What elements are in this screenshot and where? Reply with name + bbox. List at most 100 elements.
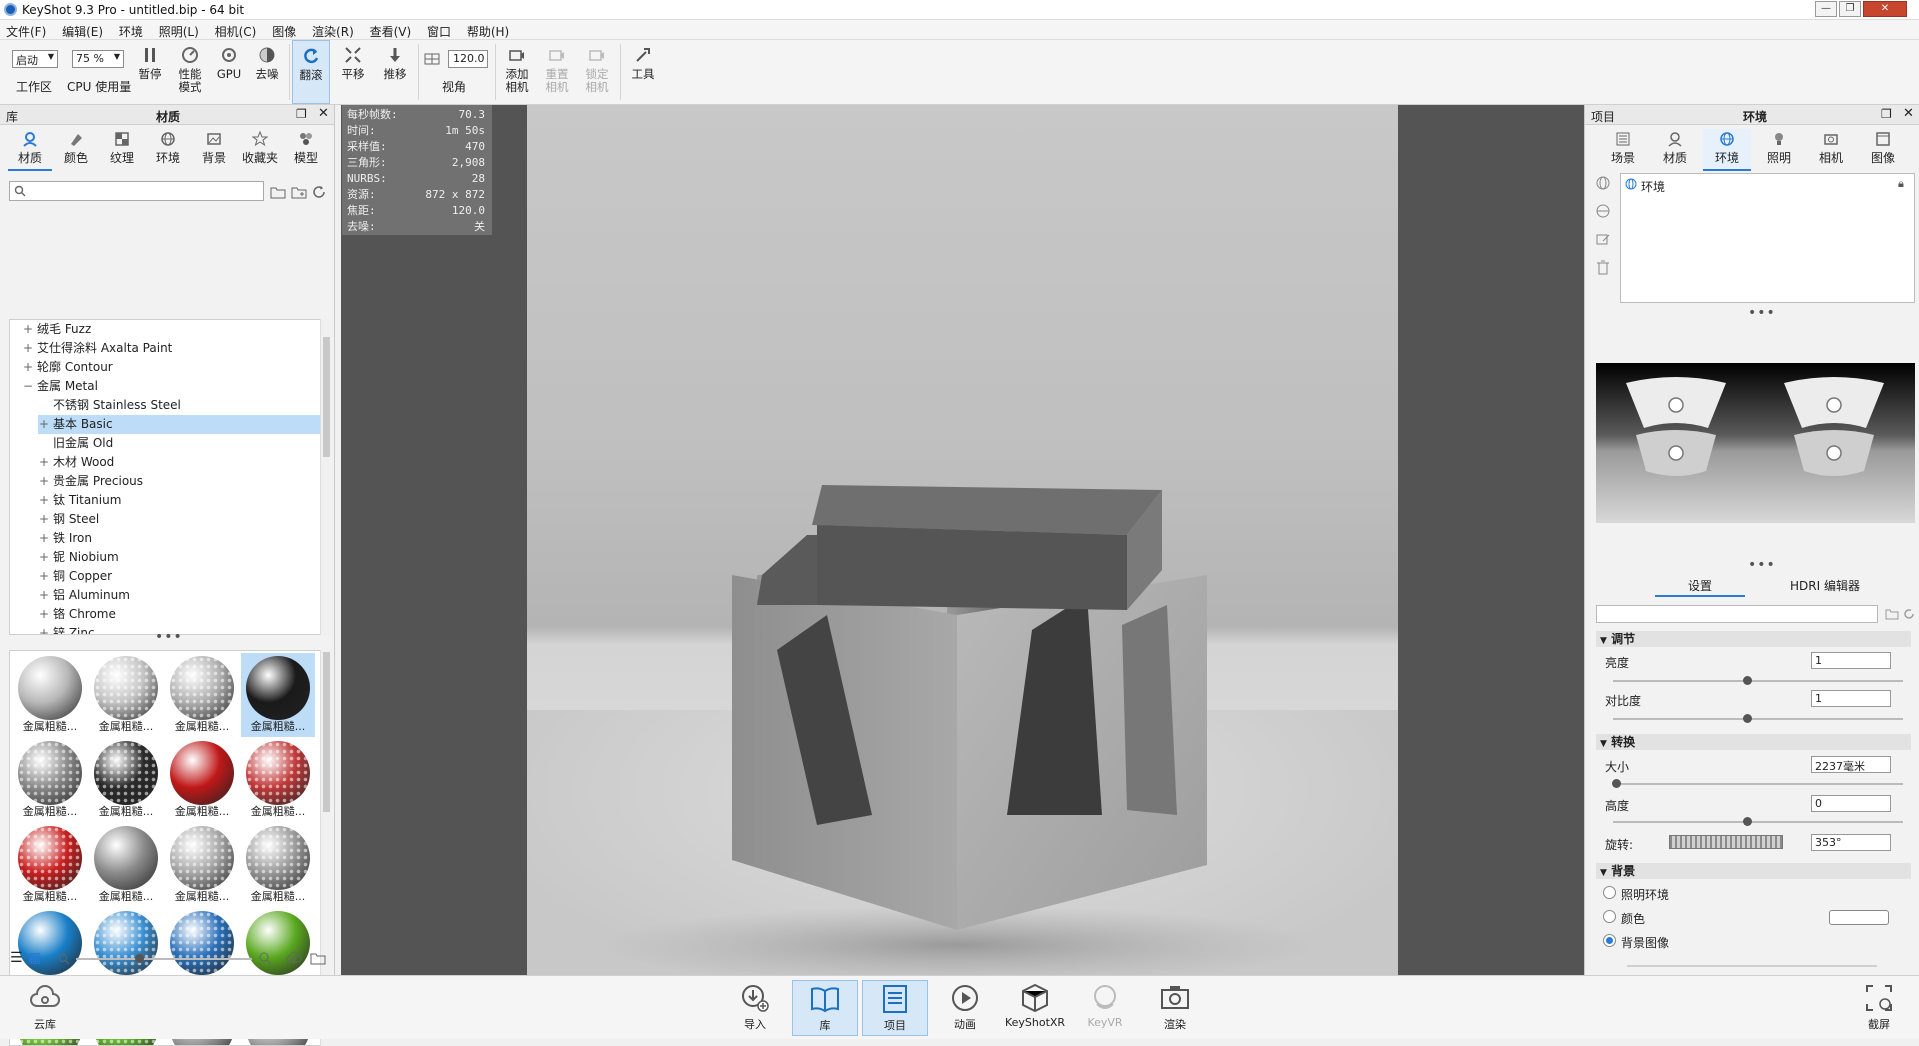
duplicate-environment-icon[interactable] xyxy=(1595,203,1611,219)
tumble-button[interactable]: 翻滚 xyxy=(292,40,330,104)
background-color-swatch[interactable] xyxy=(1829,910,1889,925)
restore-button[interactable]: ❐ xyxy=(1839,1,1861,17)
tree-item[interactable]: + 铝 Aluminum xyxy=(38,586,320,605)
cloud-library-button[interactable]: 云库 xyxy=(12,980,78,1036)
tree-expand-toggle-icon[interactable]: + xyxy=(22,320,34,339)
tab-backgrounds[interactable]: 背景 xyxy=(192,129,236,171)
thumbnail-size-slider[interactable] xyxy=(76,958,252,960)
radio-lighting-environment[interactable] xyxy=(1603,886,1616,899)
keyvr-button[interactable]: KeyVR xyxy=(1072,980,1138,1036)
tree-item[interactable]: + 绒毛 Fuzz xyxy=(22,320,320,339)
radio-color[interactable] xyxy=(1603,910,1616,923)
tree-item[interactable]: + 木材 Wood xyxy=(38,453,320,472)
tree-expand-toggle-icon[interactable]: + xyxy=(22,339,34,358)
material-thumbnail[interactable]: 金属粗糙... xyxy=(89,738,163,822)
close-panel-icon[interactable]: ✕ xyxy=(318,106,329,121)
brightness-slider-knob[interactable] xyxy=(1743,676,1752,685)
tree-scrollbar-thumb[interactable] xyxy=(323,337,330,457)
float-panel-icon[interactable]: ❐ xyxy=(1881,107,1892,121)
grid-view-icon[interactable]: ▦ xyxy=(28,950,41,966)
keyshotxr-button[interactable]: KeyShotXR xyxy=(1002,980,1068,1036)
lock-camera-button[interactable]: 锁定 相机 xyxy=(578,40,616,104)
tree-item[interactable]: − 金属 Metal xyxy=(22,377,320,396)
tools-button[interactable]: 工具 xyxy=(624,40,662,104)
cpu-usage-select[interactable]: 75 % ▼ xyxy=(72,50,124,68)
screenshot-button[interactable]: 截屏 xyxy=(1846,980,1912,1036)
tree-expand-toggle-icon[interactable]: + xyxy=(38,624,50,634)
material-thumbnail[interactable]: 金属粗糙... xyxy=(165,653,239,737)
tab-environment[interactable]: 环境 xyxy=(1703,129,1751,171)
tab-textures[interactable]: 纹理 xyxy=(100,129,144,171)
subtab-settings[interactable]: 设置 xyxy=(1655,577,1745,597)
tree-expand-toggle-icon[interactable]: + xyxy=(38,529,50,548)
render-viewport[interactable]: 每秒帧数: 70.3 时间: 1m 50s 采样值: 470 三角形: 2,908 NURBS:… xyxy=(341,105,1584,975)
tab-lighting[interactable]: 照明 xyxy=(1755,129,1803,171)
open-folder-icon[interactable] xyxy=(1885,608,1899,620)
contrast-slider-knob[interactable] xyxy=(1743,714,1752,723)
lock-icon[interactable]: 🔒︎ xyxy=(1898,177,1904,191)
import-button[interactable]: 导入 xyxy=(722,980,788,1036)
material-thumbnail[interactable]: 金属粗糙... xyxy=(241,653,315,737)
import-folder-icon[interactable] xyxy=(310,950,326,966)
dolly-button[interactable]: 推移 xyxy=(376,40,414,104)
tree-item[interactable]: 旧金属 Old xyxy=(38,434,320,453)
render-button[interactable]: 渲染 xyxy=(1142,980,1208,1036)
size-slider-knob[interactable] xyxy=(1612,779,1621,788)
rotation-input[interactable]: 353° xyxy=(1811,834,1891,851)
tree-item[interactable]: + 铬 Chrome xyxy=(38,605,320,624)
project-button[interactable]: 项目 xyxy=(862,980,928,1036)
reload-icon[interactable] xyxy=(1903,608,1915,620)
grid-scrollbar-thumb[interactable] xyxy=(323,652,330,812)
tab-environments[interactable]: 环境 xyxy=(146,129,190,171)
refresh-icon[interactable] xyxy=(312,185,326,199)
environment-list-item[interactable]: 环境 🔒︎ xyxy=(1623,176,1912,194)
tree-expand-toggle-icon[interactable]: − xyxy=(22,377,34,396)
tree-expand-toggle-icon[interactable]: + xyxy=(38,510,50,529)
library-button[interactable]: 库 xyxy=(792,980,858,1036)
list-view-icon[interactable]: ☰ xyxy=(10,950,23,966)
tree-scrollbar[interactable] xyxy=(320,319,331,635)
tree-item[interactable]: + 铌 Niobium xyxy=(38,548,320,567)
radio-background-image[interactable] xyxy=(1603,934,1616,947)
tree-item[interactable]: + 基本 Basic xyxy=(38,415,320,434)
tree-expand-toggle-icon[interactable]: + xyxy=(38,586,50,605)
hdri-preview[interactable] xyxy=(1596,363,1915,523)
tree-expand-toggle-icon[interactable]: + xyxy=(38,605,50,624)
pause-button[interactable]: 暂停 xyxy=(133,40,167,104)
contrast-slider[interactable] xyxy=(1613,718,1903,720)
performance-mode-button[interactable]: 性能 模式 xyxy=(172,40,208,104)
tree-expand-toggle-icon[interactable]: + xyxy=(38,491,50,510)
minimize-button[interactable]: — xyxy=(1815,1,1837,17)
close-panel-icon[interactable]: ✕ xyxy=(1903,106,1914,121)
environment-file-input[interactable] xyxy=(1596,605,1878,623)
pan-button[interactable]: 平移 xyxy=(334,40,372,104)
size-slider[interactable] xyxy=(1613,783,1903,785)
add-environment-icon[interactable] xyxy=(1595,175,1611,191)
tree-expand-toggle-icon[interactable]: + xyxy=(38,548,50,567)
material-thumbnail[interactable]: 金属粗糙... xyxy=(89,823,163,907)
edit-environment-icon[interactable] xyxy=(1595,231,1611,247)
height-slider-knob[interactable] xyxy=(1743,817,1752,826)
material-thumbnail[interactable]: 金属粗糙... xyxy=(13,823,87,907)
tab-models[interactable]: 模型 xyxy=(284,129,328,171)
cloud-upload-icon[interactable] xyxy=(286,950,302,966)
size-input[interactable]: 2237毫米 xyxy=(1811,756,1891,773)
section-adjust[interactable]: ▼ 调节 xyxy=(1596,631,1911,647)
tree-item[interactable]: + 铁 Iron xyxy=(38,529,320,548)
field-of-view-input[interactable]: 120.0 xyxy=(448,50,488,68)
tab-colors[interactable]: 颜色 xyxy=(54,129,98,171)
contrast-input[interactable]: 1 xyxy=(1811,690,1891,707)
open-folder-icon[interactable] xyxy=(270,185,286,199)
material-thumbnail[interactable]: 金属粗糙... xyxy=(241,823,315,907)
height-slider[interactable] xyxy=(1613,821,1903,823)
height-input[interactable]: 0 xyxy=(1811,795,1891,812)
tree-expand-toggle-icon[interactable]: + xyxy=(38,472,50,491)
add-camera-button[interactable]: 添加 相机 xyxy=(498,40,536,104)
brightness-input[interactable]: 1 xyxy=(1811,652,1891,669)
splitter-handle-icon[interactable]: ••• xyxy=(1748,305,1776,321)
tree-item[interactable]: + 艾仕得涂料 Axalta Paint xyxy=(22,339,320,358)
brightness-slider[interactable] xyxy=(1613,680,1903,682)
material-thumbnail[interactable]: 金属粗糙... xyxy=(13,653,87,737)
new-folder-icon[interactable] xyxy=(291,185,307,199)
rotation-jog-dial[interactable] xyxy=(1669,835,1783,849)
